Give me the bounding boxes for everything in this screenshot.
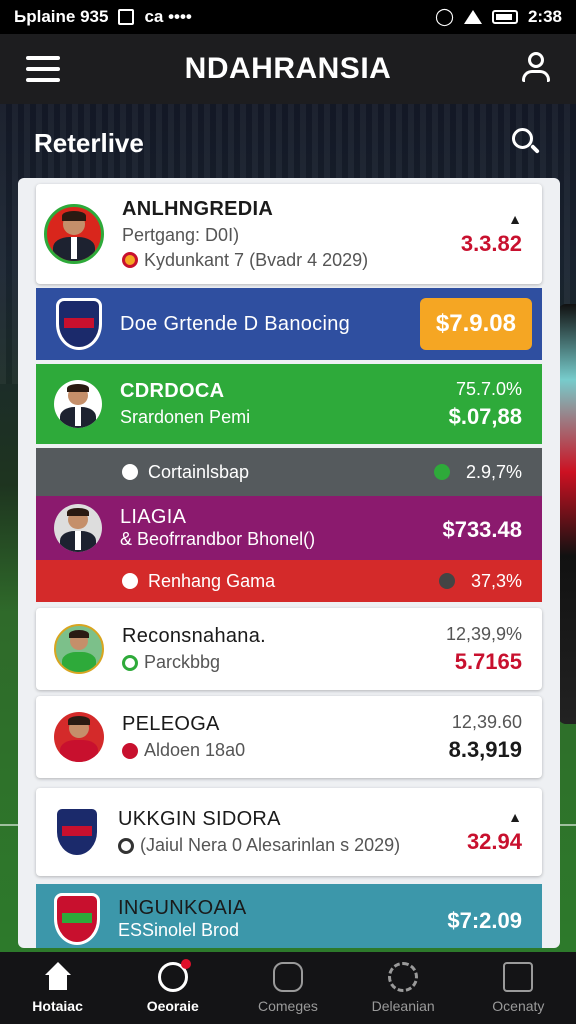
club-crest-icon [54,893,100,945]
row-value: 5.7165 [454,648,522,674]
football-icon [122,573,138,589]
search-icon[interactable] [512,128,540,156]
wifi-icon [463,10,482,24]
row-name: Renhang Gama [148,570,276,591]
avatar [54,712,104,762]
status-left-extra: ca •••• [144,7,192,26]
row-value: 2.9,7% [465,461,522,482]
row-value: $7:2.09 [447,908,522,933]
row-detail-text: Parckbbg [144,652,221,672]
bottom-navigation: Hotaiac Oeoraie Comeges Deleanian Ocenat… [0,952,576,1024]
row-value: $733.48 [442,517,522,542]
row-percent: 12,39,9% [445,623,522,644]
avatar [54,380,102,428]
row-detail: (Jaiul Nera 0 Alesarinlan s 2029) [118,835,467,856]
list-item[interactable]: Reconsnahana. Parckbbg 12,39,9% 5.7165 [36,608,542,690]
list-item[interactable]: ANLHNGREDIA Pertgang: D0I) Kydunkant 7 (… [36,184,542,284]
club-crest-icon [56,298,102,350]
avatar [54,504,102,552]
leaderboard-panel: ANLHNGREDIA Pertgang: D0I) Kydunkant 7 (… [18,178,560,948]
gear-icon [388,962,419,992]
status-dot-icon [118,837,134,854]
nav-settings[interactable]: Deleanian [348,962,458,1014]
nav-label: Deleanian [371,998,435,1014]
nav-label: Oeoraie [146,998,199,1014]
nav-chat[interactable]: Comeges [233,962,343,1014]
row-name: UKKGIN SIDORA [118,808,281,830]
row-value: 3.3.82 [460,231,522,256]
status-dot-icon [122,252,138,268]
list-item[interactable]: LIAGIA & Beofrrandbor Bhonel() $733.48 [36,496,542,560]
club-crest-icon [54,806,100,858]
nav-live[interactable]: Oeoraie [118,959,228,1014]
price-badge[interactable]: $7.9.08 [419,298,532,350]
row-subtitle: Pertgang: D0I) [122,224,240,245]
row-detail-text: Kydunkant 7 (Bvadr 4 2029) [144,249,369,270]
menu-icon[interactable] [26,56,60,82]
row-name: LIAGIA [120,506,187,528]
notification-badge [180,959,191,969]
row-name: Doe Grtende D Banocing [120,312,351,335]
football-icon [122,464,138,480]
row-value: 8.3,919 [448,736,522,762]
nav-home[interactable]: Hotaiac [3,962,113,1014]
row-name: PELEOGA [122,713,220,735]
list-item[interactable]: Cortainlsbap 2.9,7% [36,448,542,496]
screen-icon [503,962,534,992]
nav-stats[interactable]: Ocenaty [463,962,573,1014]
lock-icon [438,573,455,589]
nav-label: Hotaiac [32,998,83,1014]
row-detail: Parckbbg [122,652,446,673]
user-icon[interactable] [520,52,552,84]
list-item[interactable]: Renhang Gama 37,3% [36,560,542,602]
chat-icon [272,962,303,992]
alarm-icon: ◯ [434,7,454,26]
row-name: CDRDOCA [120,380,225,402]
live-score-icon [157,959,191,992]
status-dot-icon [122,654,138,671]
status-bar: Ьplaine 935 ca •••• ◯ 2:38 [0,0,576,34]
list-item[interactable]: Doe Grtende D Banocing $7.9.08 [36,288,542,360]
avatar [54,624,104,674]
row-percent: 75.7.0% [455,378,522,399]
trend-up-icon: ▲ [508,211,522,227]
status-dot-icon [122,742,138,759]
row-value: 37,3% [470,570,522,591]
section-title: Reterlive [34,128,144,158]
check-icon [433,464,450,480]
nav-label: Ocenaty [492,998,545,1014]
battery-icon [491,10,518,24]
status-time: 2:38 [527,7,562,26]
app-header: NDAHRANSIA [0,34,576,104]
row-name: ANLHNGREDIA [122,197,274,220]
row-subtitle: ESSinolel Brod [118,920,240,940]
status-left-text: Ьplaine 935 [14,7,109,26]
notification-icon [118,9,135,25]
row-detail: Kydunkant 7 (Bvadr 4 2029) [122,250,461,271]
row-percent: 12,39.60 [451,711,522,732]
player-figure [558,304,576,724]
row-value: 32.94 [466,829,522,854]
row-name: Reconsnahana. [122,625,267,647]
nav-label: Comeges [258,998,318,1014]
home-icon [43,962,73,992]
avatar [44,204,104,264]
list-item[interactable]: CDRDOCA Srardonen Pemi 75.7.0% $.07,88 [36,364,542,444]
row-detail-text: (Jaiul Nera 0 Alesarinlan s 2029) [140,835,401,855]
row-detail-text: Aldoen 18a0 [144,740,246,760]
row-subtitle: Srardonen Pemi [120,407,251,427]
row-detail: Aldoen 18a0 [122,740,449,761]
row-value: $.07,88 [448,403,522,429]
row-name: INGUNKOAIA [118,897,247,919]
trend-up-icon: ▲ [508,809,522,825]
row-subtitle: & Beofrrandbor Bhonel() [120,529,316,549]
app-title: NDAHRANSIA [184,52,392,85]
list-item[interactable]: PELEOGA Aldoen 18a0 12,39.60 8.3,919 [36,696,542,778]
list-item[interactable]: INGUNKOAIA ESSinolel Brod $7:2.09 [36,884,542,948]
list-item[interactable]: UKKGIN SIDORA (Jaiul Nera 0 Alesarinlan … [36,788,542,876]
row-name: Cortainlsbap [148,461,250,482]
